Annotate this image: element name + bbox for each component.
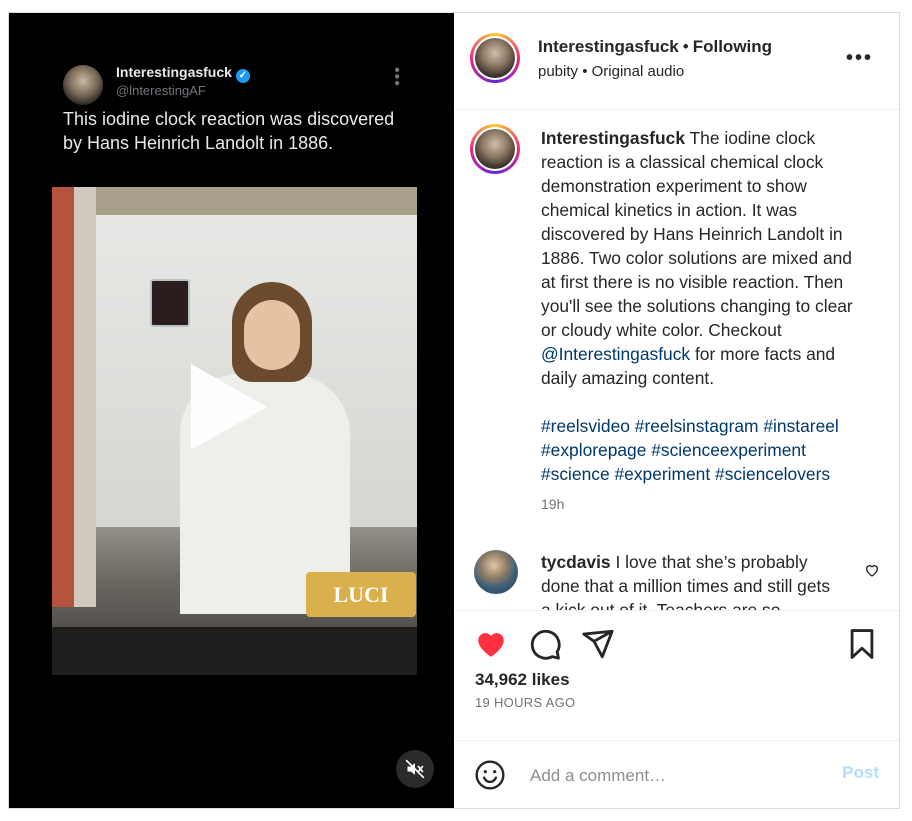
mute-button[interactable] xyxy=(396,750,434,788)
hashtag[interactable]: #experiment xyxy=(614,464,710,484)
original-audio-link[interactable]: Original audio xyxy=(592,63,685,80)
likes-count[interactable]: 34,962 likes xyxy=(475,670,570,690)
header-username[interactable]: Interestingasfuck xyxy=(538,37,679,56)
post-details: Interestingasfuck • Following pubity • Ori… xyxy=(454,13,899,808)
post-comment-button[interactable]: Post xyxy=(842,763,879,783)
save-bookmark-icon[interactable] xyxy=(845,627,879,661)
more-options-icon[interactable]: ••• xyxy=(846,47,873,70)
hashtag[interactable]: #sciencelovers xyxy=(715,464,830,484)
hashtag[interactable]: #explorepage xyxy=(541,440,646,460)
caption-body: The iodine clock reaction is a classical… xyxy=(541,128,853,340)
tweet-more-icon: ••• xyxy=(388,67,405,87)
bookshelf xyxy=(74,187,96,607)
share-paper-plane-icon[interactable] xyxy=(581,627,615,661)
hashtag-list: #reelsvideo #reelsinstagram #instareel #… xyxy=(541,414,871,486)
door-frame xyxy=(52,187,74,607)
comment-avatar[interactable] xyxy=(474,550,518,594)
tweet-author-handle: @lnterestingAF xyxy=(116,83,206,98)
face xyxy=(244,300,300,370)
tweet-author-name: Interestingasfuck ✓ xyxy=(116,64,250,83)
caption-text: Interestingasfuck The iodine clock react… xyxy=(541,126,866,390)
tweet-avatar xyxy=(63,65,103,105)
header-subline: pubity • Original audio xyxy=(538,63,684,80)
subline-separator: • xyxy=(582,63,588,80)
hashtag[interactable]: #instareel xyxy=(763,416,838,436)
header-separator: • xyxy=(682,37,689,56)
comment-username[interactable]: tycdavis xyxy=(541,552,611,572)
add-comment-bar: Post xyxy=(454,740,899,811)
comment-bubble-icon[interactable] xyxy=(528,627,562,661)
add-comment-input[interactable] xyxy=(528,761,822,791)
action-bar: 34,962 likes 19 HOURS AGO xyxy=(454,610,899,741)
post-header: Interestingasfuck • Following pubity • Ori… xyxy=(454,13,899,108)
embedded-tweet: Interestingasfuck ✓ @lnterestingAF ••• Th… xyxy=(52,53,417,188)
name-sign: LUCI xyxy=(306,572,416,617)
subline-user[interactable]: pubity xyxy=(538,63,578,80)
video-player[interactable]: Interestingasfuck ✓ @lnterestingAF ••• Th… xyxy=(9,13,454,808)
header-username-line: Interestingasfuck • Following xyxy=(538,37,772,57)
post-time-ago: 19 HOURS AGO xyxy=(475,695,576,710)
hashtag[interactable]: #science xyxy=(541,464,610,484)
like-heart-icon[interactable] xyxy=(474,627,508,661)
verified-badge-icon: ✓ xyxy=(235,69,250,83)
ceiling-fixture xyxy=(92,187,417,215)
caption-username[interactable]: Interestingasfuck xyxy=(541,128,685,148)
tweet-text: This iodine clock reaction was discovere… xyxy=(63,109,395,153)
comment-like-heart-icon[interactable] xyxy=(864,562,880,578)
emoji-icon[interactable] xyxy=(474,759,506,791)
following-button[interactable]: Following xyxy=(693,37,772,56)
hashtag[interactable]: #reelsinstagram xyxy=(635,416,759,436)
play-icon[interactable] xyxy=(191,364,267,450)
hashtag[interactable]: #scienceexperiment xyxy=(651,440,806,460)
caption-mention[interactable]: @Interestingasfuck xyxy=(541,344,690,364)
caption-avatar[interactable] xyxy=(470,124,520,174)
beaker xyxy=(150,279,190,327)
header-avatar[interactable] xyxy=(470,33,520,83)
caption-timestamp[interactable]: 19h xyxy=(541,496,564,512)
hashtag[interactable]: #reelsvideo xyxy=(541,416,630,436)
muted-speaker-icon xyxy=(405,759,425,779)
comments-scroll-area[interactable]: Interestingasfuck The iodine clock react… xyxy=(454,109,899,610)
lab-bench xyxy=(52,627,417,675)
post-modal: Interestingasfuck ✓ @lnterestingAF ••• Th… xyxy=(8,12,900,809)
comment-text: tycdavis I love that she’s probably done… xyxy=(541,550,831,610)
